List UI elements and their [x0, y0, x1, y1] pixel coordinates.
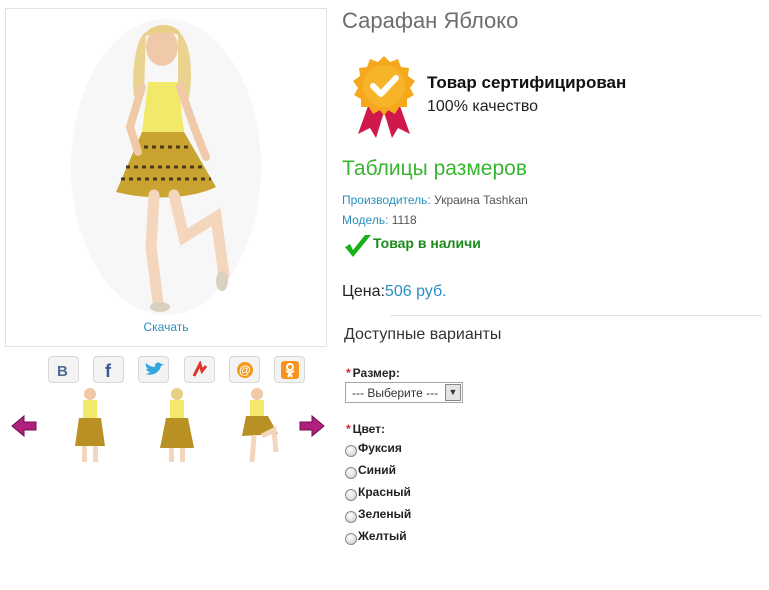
facebook-icon[interactable]: f [93, 356, 124, 383]
radio-button[interactable] [345, 489, 357, 501]
manufacturer-line: Производитель: Украина Tashkan [342, 193, 528, 207]
price-value: 506 руб. [384, 283, 447, 300]
required-marker: * [346, 422, 351, 436]
arrow-left-icon[interactable] [10, 414, 38, 438]
svg-text:@: @ [239, 363, 251, 377]
certificate-subtitle: 100% качество [427, 98, 539, 115]
color-option-label: Зеленый [358, 507, 412, 521]
radio-button[interactable] [345, 445, 357, 457]
color-label-text: Цвет: [352, 422, 386, 436]
thumbnail-carousel [10, 386, 330, 466]
divider [390, 315, 762, 316]
thumbnail-3[interactable] [234, 386, 284, 464]
mail-ru-icon[interactable]: @ [229, 356, 260, 383]
radio-button[interactable] [345, 533, 357, 545]
size-table-link[interactable]: Таблицы размеров [342, 157, 527, 181]
manufacturer-label[interactable]: Производитель: [342, 193, 431, 207]
color-option-label: Синий [358, 463, 397, 477]
model-label: Модель: [342, 213, 389, 227]
required-marker: * [346, 366, 351, 380]
certificate-title: Товар сертифицирован [427, 73, 627, 92]
thumbnail-2[interactable] [152, 386, 202, 464]
radio-button[interactable] [345, 467, 357, 479]
price-line: Цена:506 руб. [342, 283, 447, 301]
product-photo [71, 19, 261, 315]
color-option-label: Желтый [358, 529, 407, 543]
model-line: Модель: 1118 [342, 213, 417, 227]
size-label-text: Размер: [352, 366, 400, 380]
product-title: Сарафан Яблоко [342, 8, 519, 33]
thumbnail-1[interactable] [65, 386, 115, 464]
in-stock-check-icon [343, 232, 373, 260]
twitter-icon[interactable] [138, 356, 169, 383]
yandex-icon[interactable] [184, 356, 215, 383]
main-product-image[interactable]: Скачать [5, 8, 327, 347]
arrow-right-icon[interactable] [298, 414, 326, 438]
size-option-label: * Размер: [346, 366, 400, 380]
vk-icon[interactable]: B [48, 356, 79, 383]
price-label: Цена: [342, 283, 385, 300]
model-value: 1118 [391, 213, 417, 227]
download-link[interactable]: Скачать [6, 320, 326, 334]
radio-button[interactable] [345, 511, 357, 523]
chevron-down-icon[interactable]: ▼ [445, 384, 461, 401]
odnoklassniki-icon[interactable] [274, 356, 305, 383]
stock-status: Товар в наличи [373, 235, 481, 251]
svg-text:f: f [105, 361, 112, 379]
size-select[interactable]: --- Выберите --- ▼ [345, 382, 463, 403]
color-option-label: Фуксия [358, 441, 402, 455]
variants-title: Доступные варианты [344, 326, 502, 343]
certificate-badge-icon [350, 54, 418, 140]
svg-text:B: B [57, 363, 68, 378]
size-select-value: --- Выберите --- [352, 386, 439, 400]
color-option-label: Красный [358, 485, 411, 499]
color-option-label: * Цвет: [346, 422, 385, 436]
manufacturer-value: Украина Tashkan [434, 193, 528, 207]
